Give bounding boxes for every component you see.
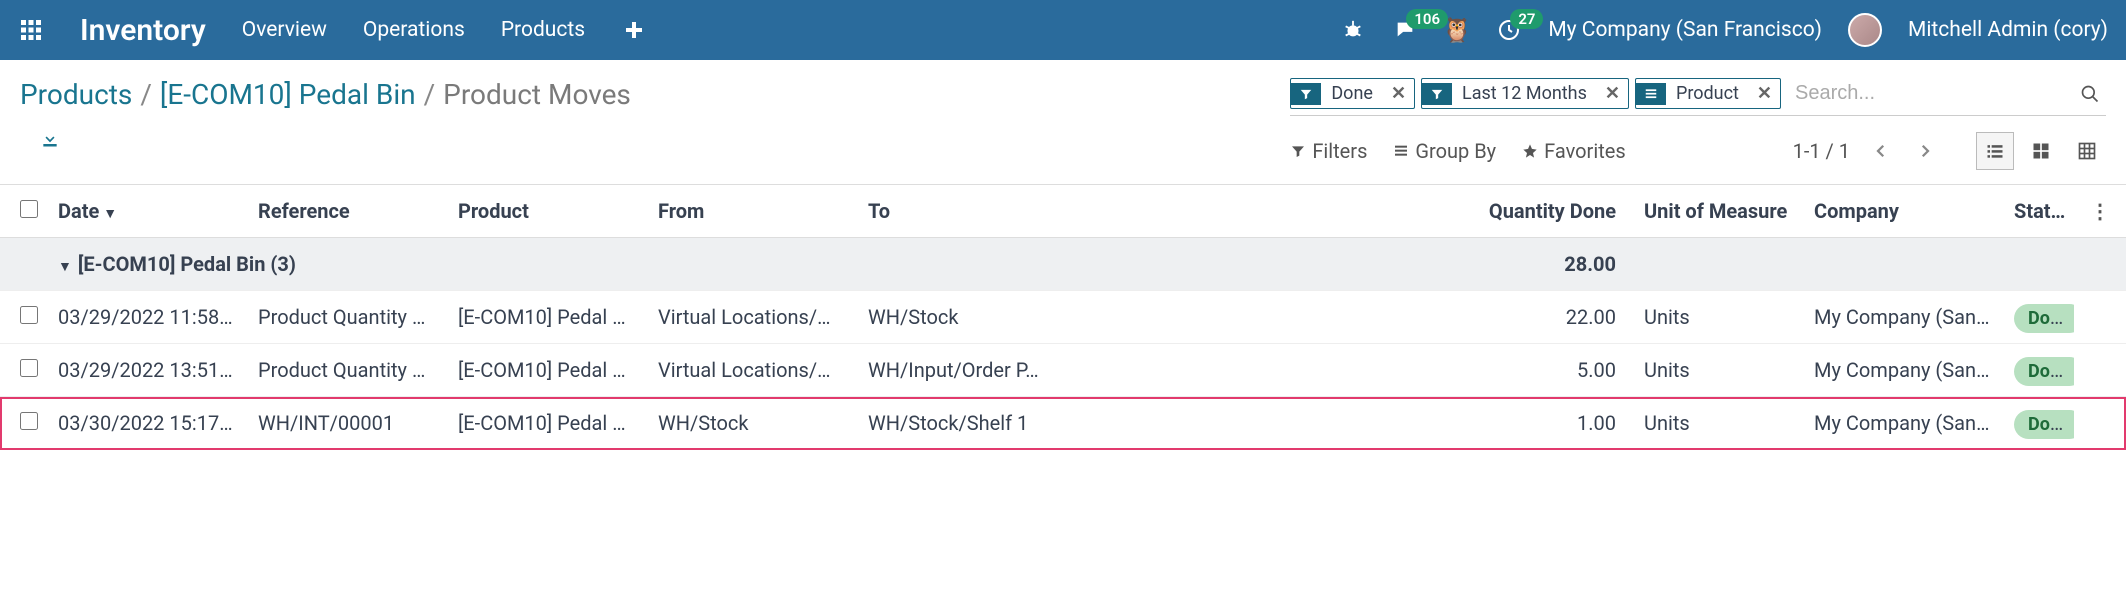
top-navbar: Inventory Overview Operations Products 1… xyxy=(0,0,2126,60)
col-from[interactable]: From xyxy=(648,185,858,238)
select-all-checkbox[interactable] xyxy=(20,200,38,218)
filter-icon xyxy=(1291,83,1321,105)
caret-down-icon: ▼ xyxy=(58,259,72,275)
filter-icon xyxy=(1422,83,1452,105)
groupby-button[interactable]: Group By xyxy=(1393,139,1496,163)
col-to[interactable]: To xyxy=(858,185,1058,238)
user-menu[interactable]: Mitchell Admin (cory) xyxy=(1908,18,2108,42)
facet-done[interactable]: Done ✕ xyxy=(1290,78,1415,109)
facet-group-product[interactable]: Product ✕ xyxy=(1635,78,1781,109)
pager-prev[interactable] xyxy=(1868,138,1894,164)
table-row[interactable]: 03/30/2022 15:17… WH/INT/00001 [E-COM10]… xyxy=(0,397,2126,450)
col-qty[interactable]: Quantity Done xyxy=(1058,185,1634,238)
chat-icon[interactable]: 106 xyxy=(1392,17,1418,43)
company-selector[interactable]: My Company (San Francisco) xyxy=(1548,18,1822,42)
nav-operations[interactable]: Operations xyxy=(363,18,465,42)
bug-icon[interactable] xyxy=(1340,17,1366,43)
pager-next[interactable] xyxy=(1912,138,1938,164)
facet-remove[interactable]: ✕ xyxy=(1749,83,1780,104)
table-row[interactable]: 03/29/2022 13:51… Product Quantity … [E-… xyxy=(0,344,2126,397)
clock-icon[interactable]: 27 xyxy=(1496,17,1522,43)
groupby-icon xyxy=(1636,83,1666,105)
sort-desc-icon: ▼ xyxy=(103,206,117,222)
facet-remove[interactable]: ✕ xyxy=(1383,83,1414,104)
row-checkbox[interactable] xyxy=(20,359,38,377)
table-row[interactable]: 03/29/2022 11:58… Product Quantity … [E-… xyxy=(0,291,2126,344)
row-checkbox[interactable] xyxy=(20,306,38,324)
app-title[interactable]: Inventory xyxy=(80,13,206,48)
col-status[interactable]: Stat… xyxy=(2004,185,2074,238)
breadcrumb-current: Product Moves xyxy=(443,78,631,111)
group-row[interactable]: ▼[E-COM10] Pedal Bin (3) 28.00 xyxy=(0,238,2126,291)
col-product[interactable]: Product xyxy=(448,185,648,238)
owl-icon[interactable]: 🦉 xyxy=(1444,17,1470,43)
status-badge: Done xyxy=(2014,410,2074,439)
favorites-button[interactable]: Favorites xyxy=(1522,139,1626,163)
search-input[interactable] xyxy=(1787,78,2068,109)
breadcrumb: Products / [E-COM10] Pedal Bin / Product… xyxy=(20,78,631,111)
col-company[interactable]: Company xyxy=(1804,185,2004,238)
search-bar[interactable]: Done ✕ Last 12 Months ✕ Product ✕ xyxy=(1290,78,2106,116)
filters-button[interactable]: Filters xyxy=(1290,139,1367,163)
nav-products[interactable]: Products xyxy=(501,18,585,42)
breadcrumb-products[interactable]: Products xyxy=(20,78,132,111)
status-badge: Done xyxy=(2014,304,2074,333)
avatar[interactable] xyxy=(1848,13,1882,47)
moves-table: Date▼ Reference Product From To Quantity… xyxy=(0,184,2126,450)
view-list-icon[interactable] xyxy=(1976,132,2014,170)
status-badge: Done xyxy=(2014,357,2074,386)
pager-text[interactable]: 1-1 / 1 xyxy=(1793,139,1850,163)
view-pivot-icon[interactable] xyxy=(2068,132,2106,170)
col-uom[interactable]: Unit of Measure xyxy=(1634,185,1804,238)
breadcrumb-product[interactable]: [E-COM10] Pedal Bin xyxy=(160,78,416,111)
nav-overview[interactable]: Overview xyxy=(242,18,327,42)
column-menu-icon[interactable]: ⋮ xyxy=(2084,199,2116,223)
row-checkbox[interactable] xyxy=(20,412,38,430)
col-date[interactable]: Date▼ xyxy=(48,185,248,238)
apps-icon[interactable] xyxy=(18,17,44,43)
search-icon[interactable] xyxy=(2074,84,2106,104)
activity-badge: 27 xyxy=(1510,9,1543,29)
view-kanban-icon[interactable] xyxy=(2022,132,2060,170)
plus-icon[interactable] xyxy=(621,17,647,43)
facet-last12[interactable]: Last 12 Months ✕ xyxy=(1421,78,1629,109)
facet-remove[interactable]: ✕ xyxy=(1597,83,1628,104)
download-icon[interactable] xyxy=(40,129,611,149)
col-reference[interactable]: Reference xyxy=(248,185,448,238)
